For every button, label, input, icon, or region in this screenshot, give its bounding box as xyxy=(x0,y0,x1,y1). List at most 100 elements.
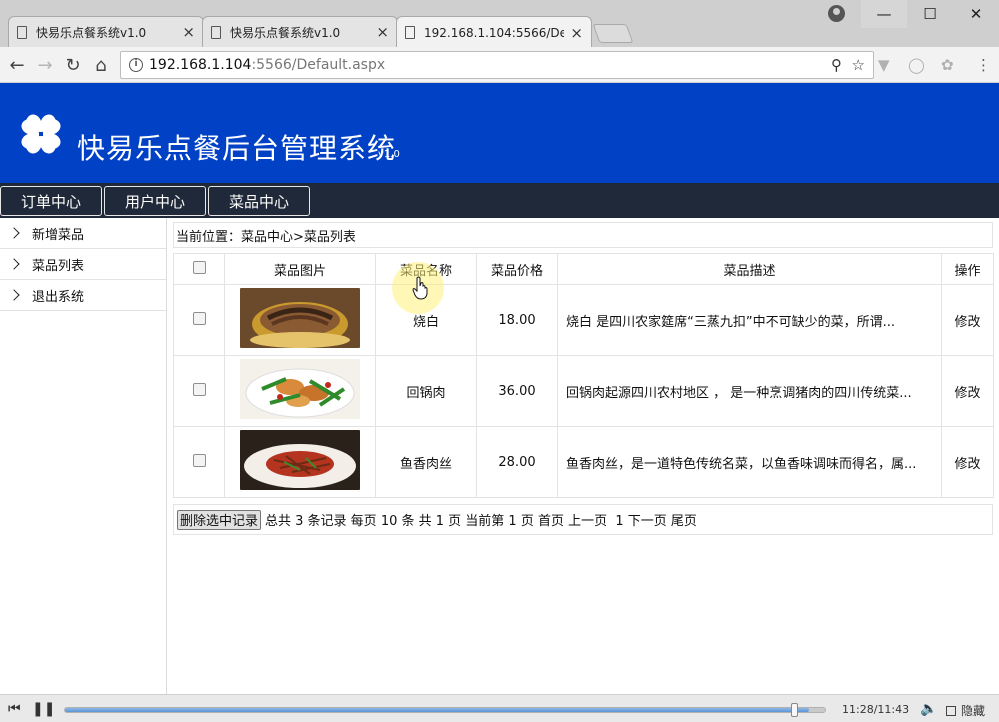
hide-label: 隐藏 xyxy=(961,704,986,718)
header-price: 菜品价格 xyxy=(476,253,558,285)
row-edit-link[interactable]: 修改 xyxy=(941,284,994,356)
key-icon[interactable]: ⚲ xyxy=(831,56,842,74)
profile-icon[interactable] xyxy=(828,5,845,22)
document-icon xyxy=(405,26,415,39)
document-icon xyxy=(17,25,27,39)
tab-3-active[interactable]: 192.168.1.104:5566/De × xyxy=(396,16,592,48)
bookmark-star-icon[interactable]: ☆ xyxy=(852,56,865,74)
tab-2[interactable]: 快易乐点餐系统v1.0 × xyxy=(202,16,398,47)
extension-leaf-icon[interactable]: ✿ xyxy=(941,56,954,74)
chevron-right-icon xyxy=(8,289,20,301)
chevron-right-icon xyxy=(8,227,20,239)
select-all-checkbox[interactable] xyxy=(192,260,206,274)
header-select-all xyxy=(173,253,225,285)
seek-progress-fill xyxy=(65,708,810,712)
extension-vee-icon[interactable]: ▼ xyxy=(878,56,890,74)
clover-logo-icon xyxy=(21,114,61,154)
row-checkbox[interactable] xyxy=(192,311,206,325)
table-row: 回锅肉 36.00 回锅肉起源四川农村地区 ， 是一种烹调猪肉的四川传统菜...… xyxy=(173,355,994,427)
maximize-button[interactable]: ☐ xyxy=(907,0,953,28)
browser-titlebar: 快易乐点餐系统v1.0 × 快易乐点餐系统v1.0 × 192.168.1.10… xyxy=(0,0,999,48)
hide-checkbox[interactable] xyxy=(946,705,956,716)
main-menu: 订单中心 用户中心 菜品中心 xyxy=(0,183,999,218)
sidebar-item-label: 新增菜品 xyxy=(32,227,85,243)
pager-summary: 总共 3 条记录 每页 10 条 共 1 页 当前第 1 页 首页 上一页 1 … xyxy=(265,514,697,529)
sidebar-item-add-dish[interactable]: 新增菜品 xyxy=(0,218,166,249)
row-edit-link[interactable]: 修改 xyxy=(941,426,994,498)
seek-slider[interactable] xyxy=(64,703,826,717)
dish-photo-yuxiangrousi xyxy=(240,430,360,490)
row-description: 鱼香肉丝，是一道特色传统名菜，以鱼香味调味而得名，属... xyxy=(557,426,942,498)
home-icon[interactable]: ⌂ xyxy=(90,54,112,76)
browser-menu-icon[interactable]: ⋮ xyxy=(976,56,991,74)
sidebar: 新增菜品 菜品列表 退出系统 xyxy=(0,218,167,694)
table-row: 鱼香肉丝 28.00 鱼香肉丝，是一道特色传统名菜，以鱼香味调味而得名，属...… xyxy=(173,426,994,498)
row-name: 鱼香肉丝 xyxy=(375,426,477,498)
tab-1-label: 快易乐点餐系统v1.0 xyxy=(36,25,147,40)
row-image-cell xyxy=(224,426,376,498)
new-tab-button[interactable] xyxy=(592,24,634,43)
close-icon[interactable]: × xyxy=(182,23,195,41)
browser-toolbar: ← → ↻ ⌂ i 192.168.1.104:5566/Default.asp… xyxy=(0,47,999,83)
site-version: v1.0 xyxy=(378,149,400,160)
url-path: :5566/Default.aspx xyxy=(251,57,386,73)
playback-time: 11:28/11:43 xyxy=(842,703,910,716)
window-close-button[interactable]: ✕ xyxy=(953,0,999,28)
pager: 删除选中记录 总共 3 条记录 每页 10 条 共 1 页 当前第 1 页 首页… xyxy=(173,504,993,535)
reload-icon[interactable]: ↻ xyxy=(62,54,84,76)
table-row: 烧白 18.00 烧白 是四川农家筵席“三蒸九扣”中不可缺少的菜，所谓... 修… xyxy=(173,284,994,356)
delete-selected-button[interactable]: 删除选中记录 xyxy=(177,509,262,530)
table-header-row: 菜品图片 菜品名称 菜品价格 菜品描述 操作 xyxy=(173,253,994,285)
row-description: 回锅肉起源四川农村地区 ， 是一种烹调猪肉的四川传统菜... xyxy=(557,355,942,427)
forward-arrow-icon[interactable]: → xyxy=(34,54,56,76)
row-edit-link[interactable]: 修改 xyxy=(941,355,994,427)
row-image-cell xyxy=(224,284,376,356)
header-action: 操作 xyxy=(941,253,994,285)
pause-icon[interactable]: ❚❚ xyxy=(32,701,55,717)
omnibox-icons: ⚲ ☆ xyxy=(831,56,865,74)
site-title: 快易乐点餐后台管理系统 xyxy=(77,132,397,165)
row-description: 烧白 是四川农家筵席“三蒸九扣”中不可缺少的菜，所谓... xyxy=(557,284,942,356)
hide-toggle[interactable]: 隐藏 xyxy=(946,702,985,719)
row-select-cell xyxy=(173,284,225,356)
video-player-bar: ⏮ ❚❚ 11:28/11:43 🔈 隐藏 xyxy=(0,694,999,722)
menu-dish-center[interactable]: 菜品中心 xyxy=(208,186,310,216)
extension-circle-icon[interactable]: ◯ xyxy=(908,56,925,74)
chevron-right-icon xyxy=(8,258,20,270)
seek-thumb[interactable] xyxy=(791,703,799,717)
row-name: 回锅肉 xyxy=(375,355,477,427)
close-icon[interactable]: × xyxy=(376,23,389,41)
close-icon[interactable]: × xyxy=(570,24,583,42)
sidebar-item-logout[interactable]: 退出系统 xyxy=(0,280,166,311)
back-arrow-icon[interactable]: ← xyxy=(6,54,28,76)
header-image: 菜品图片 xyxy=(224,253,376,285)
sidebar-item-label: 菜品列表 xyxy=(32,258,85,274)
tab-3-label: 192.168.1.104:5566/De xyxy=(424,25,565,40)
row-price: 28.00 xyxy=(476,426,558,498)
breadcrumb: 当前位置：菜品中心>菜品列表 xyxy=(173,222,993,248)
tab-1[interactable]: 快易乐点餐系统v1.0 × xyxy=(8,16,204,47)
document-icon xyxy=(211,25,221,39)
url-host: 192.168.1.104 xyxy=(149,57,252,73)
site-banner: 快易乐点餐后台管理系统 v1.0 xyxy=(0,83,999,183)
hand-cursor-icon xyxy=(412,276,428,300)
dish-table: 菜品图片 菜品名称 菜品价格 菜品描述 操作 烧白 18.00 烧白 是四 xyxy=(173,253,994,498)
row-price: 18.00 xyxy=(476,284,558,356)
menu-order-center[interactable]: 订单中心 xyxy=(0,186,102,216)
row-select-cell xyxy=(173,426,225,498)
row-checkbox[interactable] xyxy=(192,453,206,467)
sidebar-item-dish-list[interactable]: 菜品列表 xyxy=(0,249,166,280)
row-select-cell xyxy=(173,355,225,427)
address-bar[interactable]: i 192.168.1.104:5566/Default.aspx ⚲ ☆ xyxy=(120,51,874,79)
volume-icon[interactable]: 🔈 xyxy=(920,701,937,717)
info-icon[interactable]: i xyxy=(129,58,143,72)
row-checkbox[interactable] xyxy=(192,382,206,396)
dish-photo-shaobai xyxy=(240,288,360,348)
tab-2-label: 快易乐点餐系统v1.0 xyxy=(230,25,341,40)
row-image-cell xyxy=(224,355,376,427)
skip-to-start-icon[interactable]: ⏮ xyxy=(8,701,21,717)
sidebar-item-label: 退出系统 xyxy=(32,289,85,305)
menu-user-center[interactable]: 用户中心 xyxy=(104,186,206,216)
minimize-button[interactable]: — xyxy=(861,0,907,28)
dish-photo-huiguorou xyxy=(240,359,360,419)
